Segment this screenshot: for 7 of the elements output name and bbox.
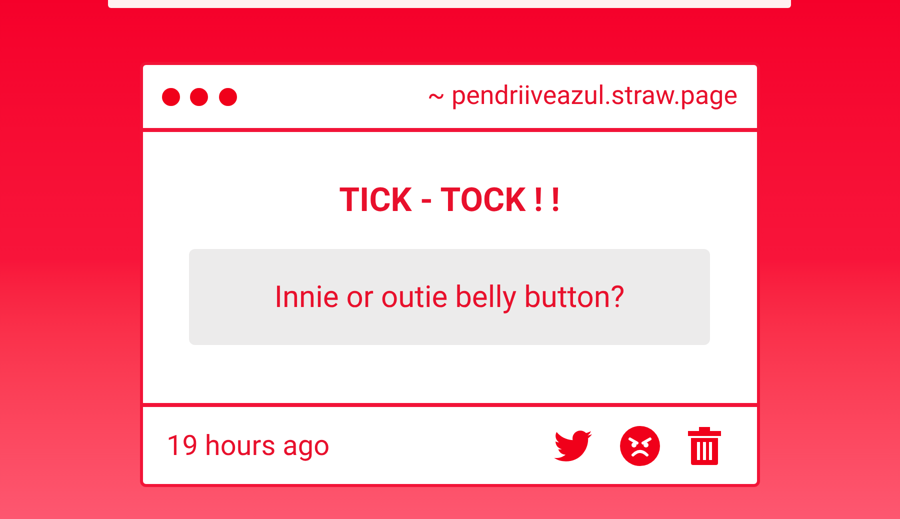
page-url: ~ pendriiveazul.straw.page [427, 80, 738, 113]
post-title: TICK - TOCK ! ! [339, 184, 560, 217]
window-dots-icon [162, 86, 238, 106]
trash-icon[interactable] [688, 426, 720, 464]
angry-face-icon[interactable] [620, 426, 660, 466]
question-box: Innie or outie belly button? [189, 249, 710, 345]
timestamp: 19 hours ago [166, 428, 330, 464]
